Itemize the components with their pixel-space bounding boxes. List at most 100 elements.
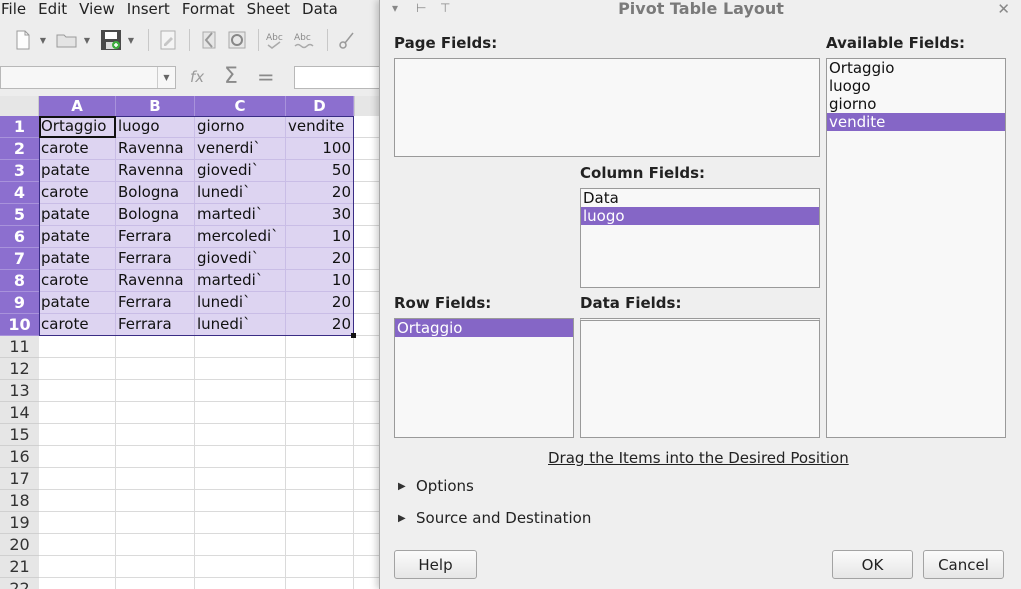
field-item-vendite[interactable]: vendite: [827, 113, 1005, 131]
row-header[interactable]: 19: [0, 512, 39, 534]
grid-cell[interactable]: [39, 556, 116, 578]
grid-cell[interactable]: [354, 380, 380, 402]
grid-cell[interactable]: [39, 424, 116, 446]
grid-cell[interactable]: patate: [39, 226, 116, 248]
grid-cell[interactable]: Ravenna: [116, 138, 195, 160]
grid-cell[interactable]: [39, 490, 116, 512]
field-item-luogo[interactable]: luogo: [827, 77, 1005, 95]
grid-cell[interactable]: [116, 446, 195, 468]
grid-cell[interactable]: [354, 226, 380, 248]
ok-button[interactable]: OK: [832, 550, 913, 579]
grid-cell[interactable]: [354, 556, 380, 578]
grid-cell[interactable]: mercoledi`: [195, 226, 286, 248]
grid-cell[interactable]: [286, 468, 354, 490]
grid-cell[interactable]: [354, 138, 380, 160]
cancel-button[interactable]: Cancel: [923, 550, 1004, 579]
column-fields-list[interactable]: Data luogo: [580, 188, 820, 288]
grid-cell[interactable]: vendite: [286, 116, 354, 138]
grid-cell[interactable]: [286, 534, 354, 556]
grid-cell[interactable]: [354, 292, 380, 314]
grid-cell[interactable]: Ravenna: [116, 270, 195, 292]
grid-cell[interactable]: [39, 358, 116, 380]
grid-cell[interactable]: [39, 512, 116, 534]
grid-cell[interactable]: [354, 270, 380, 292]
menu-sheet[interactable]: Sheet: [241, 1, 296, 17]
grid-cell[interactable]: carote: [39, 182, 116, 204]
grid-cell[interactable]: [354, 534, 380, 556]
grid-cell[interactable]: Ferrara: [116, 248, 195, 270]
row-header[interactable]: 13: [0, 380, 39, 402]
grid-cell[interactable]: [39, 578, 116, 589]
grid-cell[interactable]: [116, 358, 195, 380]
grid-cell[interactable]: [286, 402, 354, 424]
data-fields-list[interactable]: [580, 318, 820, 438]
name-box-dropdown-icon[interactable]: ▼: [157, 67, 175, 88]
menu-format[interactable]: Format: [176, 1, 241, 17]
grid-cell[interactable]: [39, 380, 116, 402]
grid-cell[interactable]: [354, 248, 380, 270]
grid-cell[interactable]: lunedi`: [195, 182, 286, 204]
grid-cell[interactable]: martedi`: [195, 270, 286, 292]
row-header[interactable]: 14: [0, 402, 39, 424]
grid-cell[interactable]: [195, 556, 286, 578]
grid-cell[interactable]: lunedi`: [195, 292, 286, 314]
grid-cell[interactable]: [116, 336, 195, 358]
grid-cell[interactable]: 50: [286, 160, 354, 182]
grid-cell[interactable]: [286, 358, 354, 380]
grid-cell[interactable]: [39, 468, 116, 490]
grid-cell[interactable]: Ortaggio: [39, 116, 116, 138]
grid-cell[interactable]: [286, 380, 354, 402]
grid-cell[interactable]: [116, 490, 195, 512]
grid-cell[interactable]: [286, 490, 354, 512]
grid-cell[interactable]: [354, 424, 380, 446]
row-header[interactable]: 7: [0, 248, 39, 270]
grid-cell[interactable]: carote: [39, 270, 116, 292]
grid-cell[interactable]: Ferrara: [116, 314, 195, 336]
grid-cell[interactable]: [195, 358, 286, 380]
save-icon[interactable]: [98, 27, 124, 53]
row-header[interactable]: 12: [0, 358, 39, 380]
autospell-icon[interactable]: Abc: [293, 27, 319, 53]
grid-cell[interactable]: 20: [286, 292, 354, 314]
row-header[interactable]: 6: [0, 226, 39, 248]
grid-cell[interactable]: [116, 468, 195, 490]
field-item-luogo[interactable]: luogo: [581, 207, 819, 225]
row-header[interactable]: 1: [0, 116, 39, 138]
grid-cell[interactable]: luogo: [116, 116, 195, 138]
grid-cell[interactable]: [39, 534, 116, 556]
grid-cell[interactable]: [116, 402, 195, 424]
grid-cell[interactable]: [116, 380, 195, 402]
open-dropdown-icon[interactable]: ▼: [82, 27, 92, 53]
formula-input[interactable]: [294, 66, 380, 89]
grid-cell[interactable]: lunedi`: [195, 314, 286, 336]
grid-cell[interactable]: [195, 490, 286, 512]
row-header[interactable]: 16: [0, 446, 39, 468]
grid-cell[interactable]: [354, 402, 380, 424]
close-icon[interactable]: ✕: [997, 0, 1010, 18]
grid-cell[interactable]: carote: [39, 138, 116, 160]
grid-cell[interactable]: patate: [39, 160, 116, 182]
new-document-icon[interactable]: [10, 27, 36, 53]
grid-cell[interactable]: 10: [286, 270, 354, 292]
cut-icon[interactable]: [334, 27, 360, 53]
grid-cell[interactable]: [286, 446, 354, 468]
grid-cell[interactable]: [354, 490, 380, 512]
source-destination-expander[interactable]: ▶ Source and Destination: [398, 509, 591, 527]
grid-cell[interactable]: [286, 578, 354, 589]
spellcheck-icon[interactable]: Abc: [265, 27, 291, 53]
options-expander[interactable]: ▶ Options: [398, 477, 474, 495]
grid-cell[interactable]: giorno: [195, 116, 286, 138]
spreadsheet-grid[interactable]: A B C D 1 Ortaggio luogo giorno vendite 2 carote Ra…: [0, 96, 380, 589]
grid-cell[interactable]: [195, 380, 286, 402]
open-folder-icon[interactable]: [54, 27, 80, 53]
row-header[interactable]: 21: [0, 556, 39, 578]
grid-cell[interactable]: venerdi`: [195, 138, 286, 160]
menu-file[interactable]: File: [0, 1, 32, 17]
formula-icon[interactable]: =: [257, 65, 275, 89]
grid-cell[interactable]: [354, 446, 380, 468]
menu-view[interactable]: View: [73, 1, 121, 17]
grid-cell[interactable]: 20: [286, 248, 354, 270]
column-header-c[interactable]: C: [195, 96, 286, 116]
grid-cell[interactable]: [195, 512, 286, 534]
name-box[interactable]: ▼: [0, 66, 176, 89]
